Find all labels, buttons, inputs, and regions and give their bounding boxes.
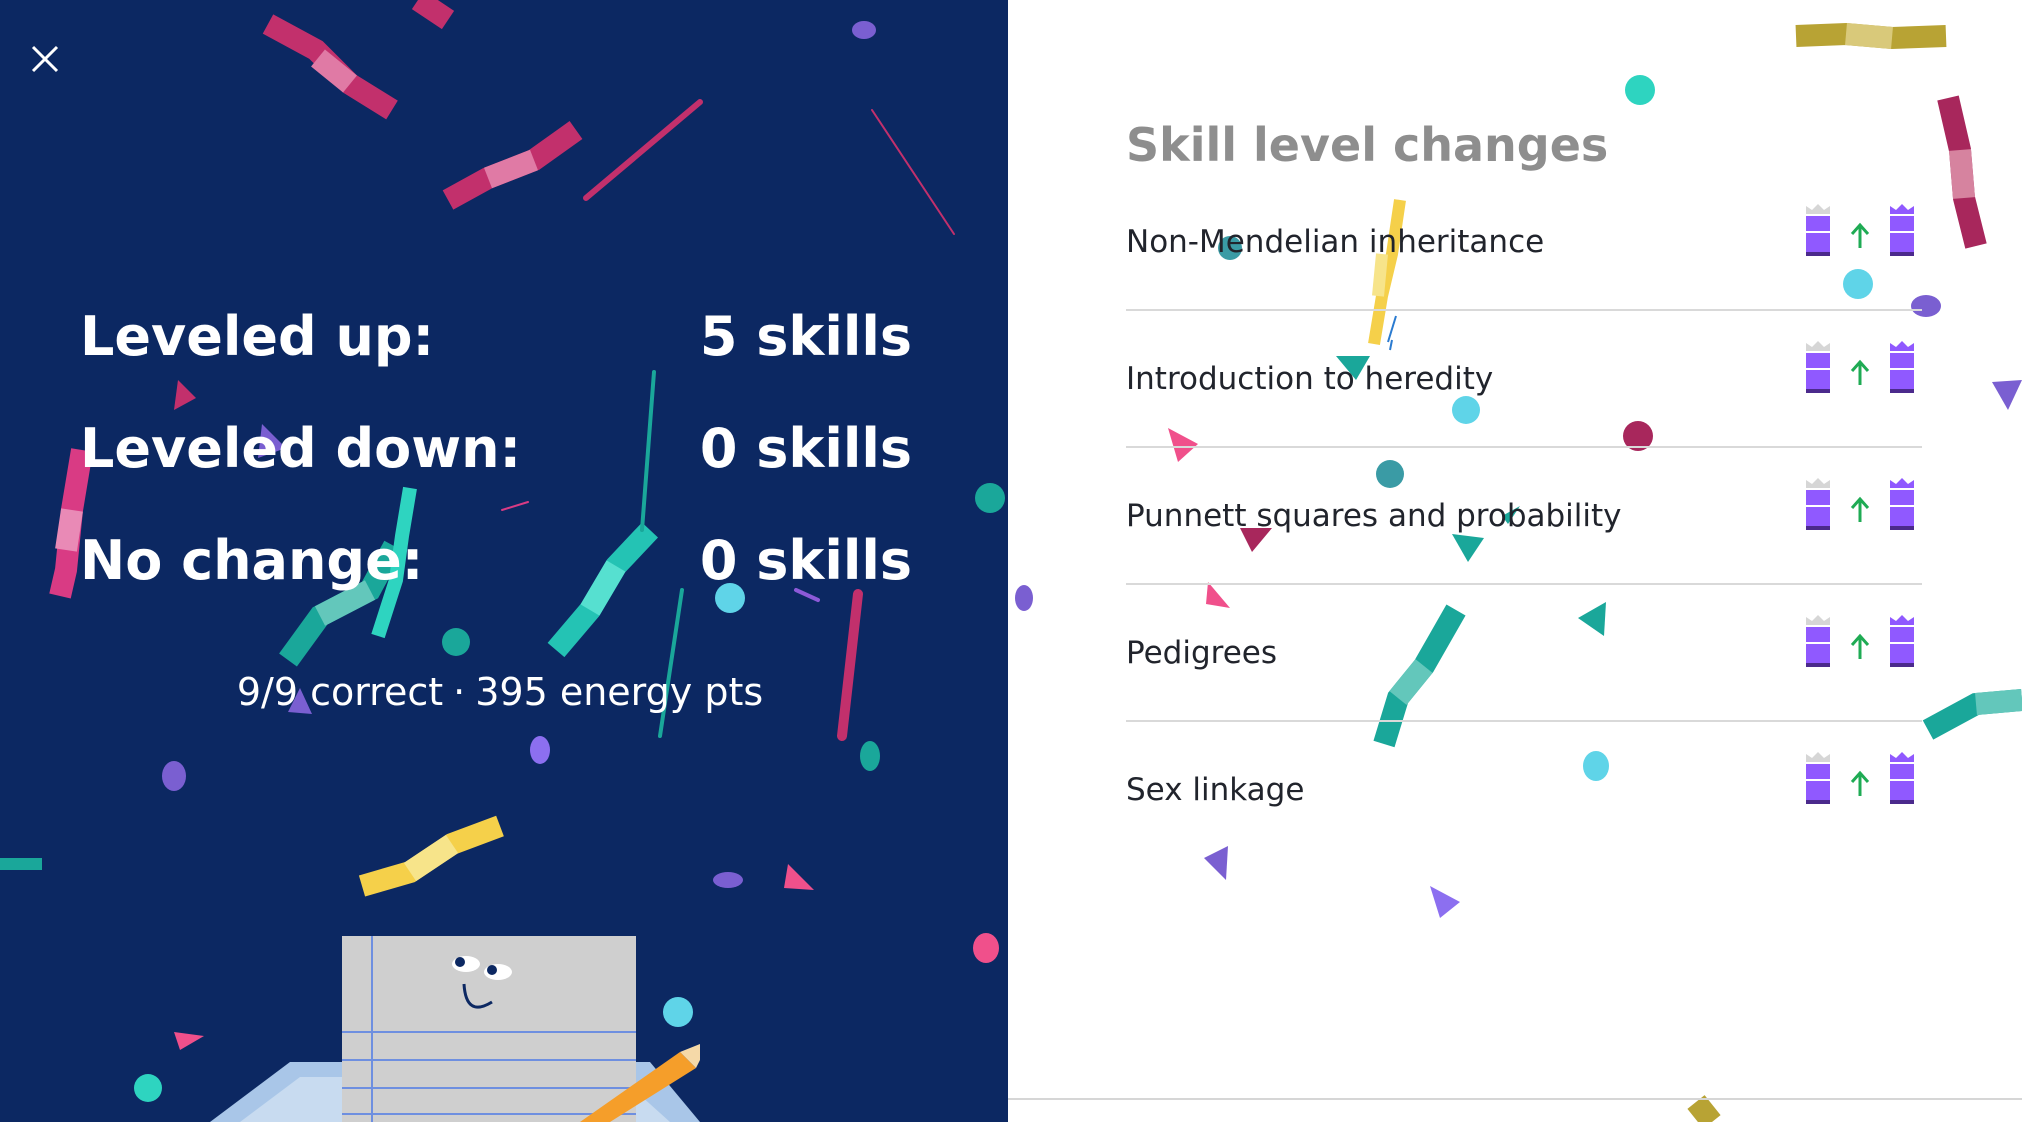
mastery-crown-icon <box>1890 478 1914 530</box>
stat-leveled-up: Leveled up: 5 skills <box>80 280 912 392</box>
skill-row[interactable]: Non-Mendelian inheritance <box>1126 174 1922 311</box>
skill-name: Pedigrees <box>1126 634 1277 671</box>
mastery-crown-icon <box>1890 615 1914 667</box>
notebook-character-illustration <box>210 936 700 1122</box>
mastery-change-indicator <box>1806 752 1914 804</box>
arrow-up-icon <box>1850 496 1870 522</box>
mastery-crown-icon <box>1890 341 1914 393</box>
skill-list: Non-Mendelian inheritance Introduction t… <box>1126 174 1922 857</box>
score-summary: 9/9 correct · 395 energy pts <box>0 670 1000 714</box>
mastery-level-icon <box>1806 615 1830 667</box>
stat-value: 0 skills <box>699 528 912 592</box>
skill-row[interactable]: Pedigrees <box>1126 585 1922 722</box>
separator: · <box>453 670 466 714</box>
mastery-change-indicator <box>1806 478 1914 530</box>
skill-changes-panel: Skill level changes Non-Mendelian inheri… <box>1008 0 2022 1122</box>
skill-name: Non-Mendelian inheritance <box>1126 223 1545 260</box>
mastery-level-icon <box>1806 752 1830 804</box>
arrow-up-icon <box>1850 359 1870 385</box>
skill-row[interactable]: Introduction to heredity <box>1126 311 1922 448</box>
mastery-crown-icon <box>1890 752 1914 804</box>
energy-points: 395 energy pts <box>475 670 764 714</box>
mastery-change-indicator <box>1806 341 1914 393</box>
arrow-up-icon <box>1850 770 1870 796</box>
mastery-level-icon <box>1806 478 1830 530</box>
stat-leveled-down: Leveled down: 0 skills <box>80 392 912 504</box>
skill-row[interactable]: Punnett squares and probability <box>1126 448 1922 585</box>
skill-row[interactable]: Sex linkage <box>1126 722 1922 857</box>
section-title: Skill level changes <box>1126 118 1609 172</box>
skill-name: Introduction to heredity <box>1126 360 1494 397</box>
close-icon <box>31 45 59 73</box>
mastery-level-icon <box>1806 204 1830 256</box>
stat-label: Leveled up: <box>80 304 435 368</box>
stats-summary: Leveled up: 5 skills Leveled down: 0 ski… <box>80 280 912 616</box>
results-panel: Leveled up: 5 skills Leveled down: 0 ski… <box>0 0 1008 1122</box>
mastery-change-indicator <box>1806 615 1914 667</box>
mastery-crown-icon <box>1890 204 1914 256</box>
arrow-up-icon <box>1850 222 1870 248</box>
close-button[interactable] <box>24 38 66 80</box>
mastery-level-icon <box>1806 341 1830 393</box>
stat-no-change: No change: 0 skills <box>80 504 912 616</box>
mastery-change-indicator <box>1806 204 1914 256</box>
stat-value: 5 skills <box>699 304 912 368</box>
arrow-up-icon <box>1850 633 1870 659</box>
correct-count: 9/9 correct <box>236 670 444 714</box>
skill-name: Sex linkage <box>1126 771 1305 808</box>
skill-name: Punnett squares and probability <box>1126 497 1622 534</box>
stat-label: Leveled down: <box>80 416 522 480</box>
stat-value: 0 skills <box>699 416 912 480</box>
divider <box>1008 1098 2022 1100</box>
stat-label: No change: <box>80 528 424 592</box>
